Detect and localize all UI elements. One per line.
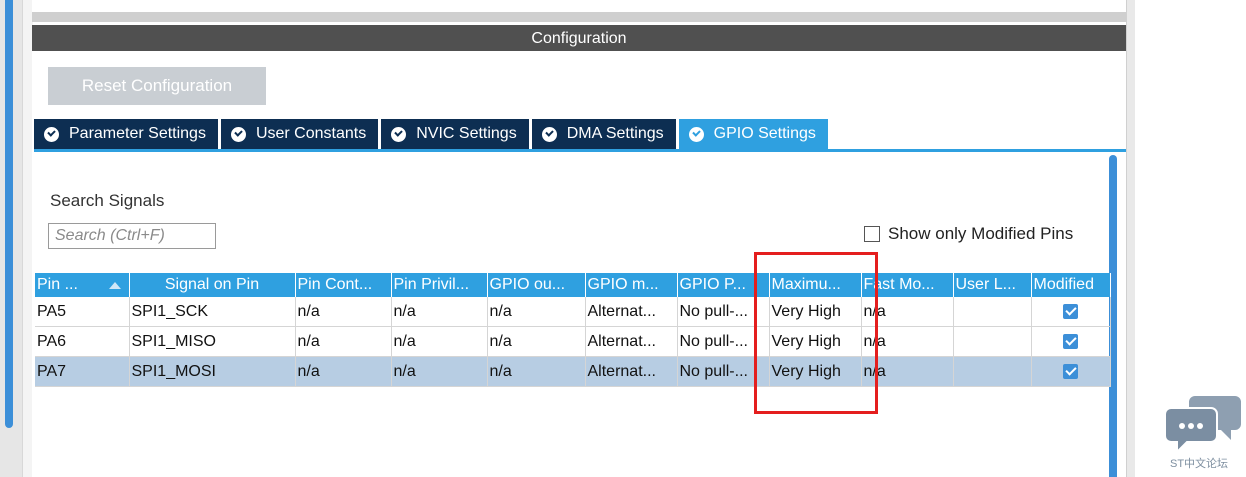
column-header-user-label[interactable]: User L... bbox=[953, 273, 1032, 297]
search-signals-label: Search Signals bbox=[50, 191, 165, 210]
column-header-gpio-pull[interactable]: GPIO P... bbox=[677, 273, 770, 297]
tab-label: NVIC Settings bbox=[416, 125, 517, 142]
gpio-signals-table: Pin ... Signal on Pin Pin Cont... Pin Pr… bbox=[35, 273, 1111, 387]
table-header-row: Pin ... Signal on Pin Pin Cont... Pin Pr… bbox=[35, 273, 1111, 297]
column-header-pin-privilege[interactable]: Pin Privil... bbox=[391, 273, 488, 297]
cell-modified bbox=[1031, 297, 1111, 327]
column-header-signal[interactable]: Signal on Pin bbox=[129, 273, 296, 297]
cell-fast-mode: n/a bbox=[861, 326, 954, 357]
cell-pin-privilege: n/a bbox=[391, 297, 488, 327]
modified-checkbox bbox=[1063, 334, 1078, 349]
cell-user-label[interactable] bbox=[953, 356, 1032, 387]
column-header-gpio-output[interactable]: GPIO ou... bbox=[487, 273, 586, 297]
cell-signal: SPI1_SCK bbox=[129, 297, 296, 327]
cell-gpio-output: n/a bbox=[487, 356, 586, 387]
sort-ascending-icon[interactable] bbox=[108, 281, 121, 289]
table-row-selected[interactable]: PA7 SPI1_MOSI n/a n/a n/a Alternat... No… bbox=[35, 356, 1111, 387]
show-modified-checkbox[interactable] bbox=[864, 226, 880, 242]
cell-pin: PA5 bbox=[35, 297, 130, 327]
cell-modified bbox=[1031, 326, 1111, 357]
check-circle-icon bbox=[230, 126, 246, 142]
left-scrollbar[interactable] bbox=[5, 0, 13, 428]
cell-gpio-output: n/a bbox=[487, 297, 586, 327]
modified-checkbox bbox=[1063, 304, 1078, 319]
check-circle-icon bbox=[541, 126, 557, 142]
modified-checkbox bbox=[1063, 364, 1078, 379]
configuration-header: Configuration bbox=[32, 25, 1126, 51]
cell-gpio-mode: Alternat... bbox=[585, 326, 678, 357]
tab-dma-settings[interactable]: DMA Settings bbox=[531, 119, 676, 149]
cell-gpio-pull: No pull-... bbox=[677, 326, 770, 357]
tab-label: DMA Settings bbox=[566, 125, 664, 142]
right-splitter[interactable] bbox=[1126, 0, 1135, 477]
table-row[interactable]: PA6 SPI1_MISO n/a n/a n/a Alternat... No… bbox=[35, 326, 1111, 357]
show-modified-label: Show only Modified Pins bbox=[888, 224, 1074, 243]
cell-pin-privilege: n/a bbox=[391, 356, 488, 387]
cell-gpio-mode: Alternat... bbox=[585, 297, 678, 327]
cell-gpio-pull: No pull-... bbox=[677, 356, 770, 387]
table-row[interactable]: PA5 SPI1_SCK n/a n/a n/a Alternat... No … bbox=[35, 297, 1111, 327]
cell-pin-context: n/a bbox=[295, 297, 392, 327]
column-header-modified[interactable]: Modified bbox=[1031, 273, 1111, 297]
tab-user-constants[interactable]: User Constants bbox=[220, 119, 379, 149]
cell-user-label[interactable] bbox=[953, 326, 1032, 357]
cell-maximum-speed: Very High bbox=[769, 356, 862, 387]
check-circle-icon bbox=[688, 126, 704, 142]
tab-underline bbox=[34, 149, 1126, 152]
cell-gpio-mode: Alternat... bbox=[585, 356, 678, 387]
column-header-pin-context[interactable]: Pin Cont... bbox=[295, 273, 392, 297]
tab-gpio-settings[interactable]: GPIO Settings bbox=[678, 119, 828, 149]
tab-label: Parameter Settings bbox=[69, 125, 206, 142]
cell-modified bbox=[1031, 356, 1111, 387]
cell-pin-context: n/a bbox=[295, 356, 392, 387]
settings-tabs: Parameter Settings User Constants NVIC S… bbox=[34, 119, 831, 149]
cell-maximum-speed: Very High bbox=[769, 297, 862, 327]
cell-pin-context: n/a bbox=[295, 326, 392, 357]
cell-gpio-pull: No pull-... bbox=[677, 297, 770, 327]
column-header-fast-mode[interactable]: Fast Mo... bbox=[861, 273, 954, 297]
show-modified-toggle[interactable]: Show only Modified Pins bbox=[864, 224, 1073, 244]
tab-label: User Constants bbox=[255, 125, 367, 142]
check-circle-icon bbox=[44, 126, 59, 142]
tab-nvic-settings[interactable]: NVIC Settings bbox=[381, 119, 529, 149]
cell-maximum-speed: Very High bbox=[769, 326, 862, 357]
cell-signal: SPI1_MOSI bbox=[129, 356, 296, 387]
watermark-text: ST中文论坛 bbox=[1170, 458, 1229, 470]
column-header-maximum-speed[interactable]: Maximu... bbox=[769, 273, 862, 297]
cell-pin: PA7 bbox=[35, 356, 130, 387]
cell-user-label[interactable] bbox=[953, 297, 1032, 327]
cell-signal: SPI1_MISO bbox=[129, 326, 296, 357]
cell-fast-mode: n/a bbox=[861, 297, 954, 327]
top-panel-edge bbox=[32, 0, 1126, 22]
configuration-panel: Reset Configuration Parameter Settings U… bbox=[32, 51, 1126, 477]
cell-pin: PA6 bbox=[35, 326, 130, 357]
tab-label: GPIO Settings bbox=[713, 125, 816, 142]
tab-parameter-settings[interactable]: Parameter Settings bbox=[34, 119, 218, 149]
cell-pin-privilege: n/a bbox=[391, 326, 488, 357]
cell-fast-mode: n/a bbox=[861, 356, 954, 387]
column-header-pin[interactable]: Pin ... bbox=[35, 273, 130, 297]
check-circle-icon bbox=[391, 126, 407, 142]
reset-configuration-button[interactable]: Reset Configuration bbox=[48, 67, 266, 105]
column-header-gpio-mode[interactable]: GPIO m... bbox=[585, 273, 678, 297]
cell-gpio-output: n/a bbox=[487, 326, 586, 357]
search-signals-input[interactable] bbox=[48, 223, 216, 249]
